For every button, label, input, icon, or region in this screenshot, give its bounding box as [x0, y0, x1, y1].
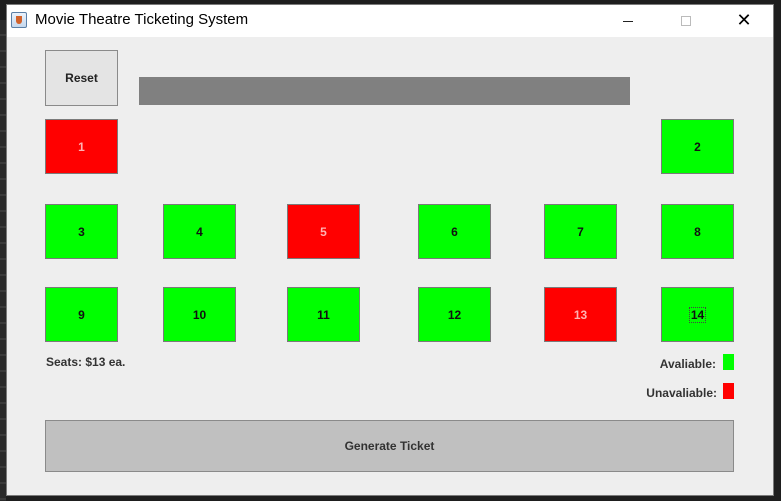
seat-button-11[interactable]: 11 [287, 287, 360, 342]
window-title: Movie Theatre Ticketing System [35, 11, 249, 28]
seat-button-10[interactable]: 10 [163, 287, 236, 342]
seat-button-13[interactable]: 13 [544, 287, 617, 342]
app-window: Movie Theatre Ticketing System ✕ Reset 1… [6, 4, 774, 496]
maximize-button[interactable] [663, 5, 709, 37]
legend-unavailable-swatch [723, 383, 734, 399]
content-pane: Reset 1 2 3 4 5 6 7 8 9 10 11 12 13 14 S… [7, 37, 773, 497]
close-button[interactable]: ✕ [721, 5, 767, 37]
seat-button-14[interactable]: 14 [661, 287, 734, 342]
reset-button[interactable]: Reset [45, 50, 118, 106]
legend-available-label: Avaliable: [659, 357, 716, 371]
seat-button-6[interactable]: 6 [418, 204, 491, 259]
seat-button-9[interactable]: 9 [45, 287, 118, 342]
legend-unavailable-label: Unavaliable: [646, 386, 717, 400]
seat-button-7[interactable]: 7 [544, 204, 617, 259]
title-bar[interactable]: Movie Theatre Ticketing System ✕ [7, 5, 773, 37]
seat-button-8[interactable]: 8 [661, 204, 734, 259]
generate-ticket-button[interactable]: Generate Ticket [45, 420, 734, 472]
seat-button-3[interactable]: 3 [45, 204, 118, 259]
screen-display-bar [139, 77, 630, 105]
legend-available-swatch [723, 354, 734, 370]
seat-button-2[interactable]: 2 [661, 119, 734, 174]
minimize-button[interactable] [605, 5, 651, 37]
minimize-icon [623, 20, 633, 22]
java-cup-icon [11, 12, 27, 28]
seat-button-12[interactable]: 12 [418, 287, 491, 342]
seat-button-4[interactable]: 4 [163, 204, 236, 259]
close-icon: ✕ [736, 10, 752, 31]
seat-button-1[interactable]: 1 [45, 119, 118, 174]
seat-button-5[interactable]: 5 [287, 204, 360, 259]
maximize-icon [681, 16, 691, 26]
price-label: Seats: $13 ea. [46, 355, 126, 369]
